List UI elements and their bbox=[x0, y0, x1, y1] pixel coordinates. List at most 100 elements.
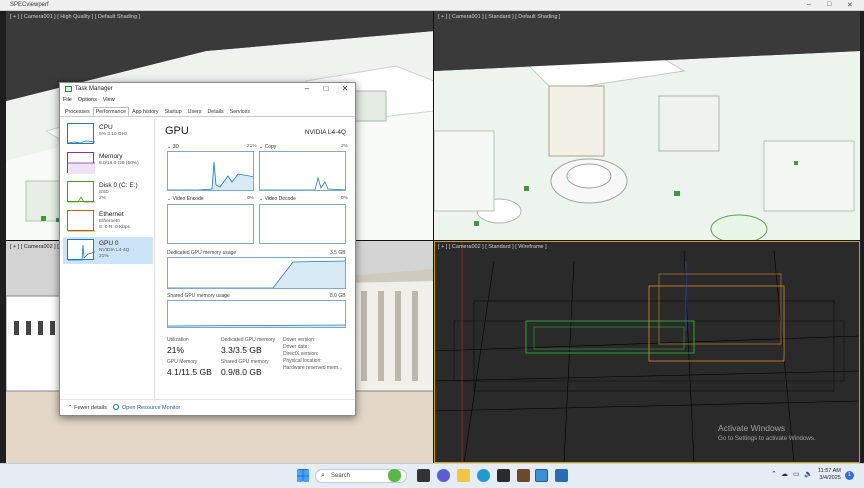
taskbar-search-label: Search bbox=[331, 473, 351, 479]
chevron-up-icon[interactable]: ⌃ bbox=[771, 470, 777, 478]
menu-file[interactable]: File bbox=[63, 97, 72, 103]
network-icon[interactable]: ☁ bbox=[781, 470, 788, 478]
sidebar-item-detail-2: 2% bbox=[99, 196, 106, 201]
close-icon[interactable]: ✕ bbox=[847, 1, 853, 9]
scene-standard-render bbox=[434, 11, 860, 241]
taskbar: ⌕ Search ⌃ ☁ ▭ 🔈 11:57 AM 3/4/2025 1 bbox=[0, 463, 864, 488]
cpu-thumbnail-graph bbox=[67, 123, 96, 144]
memory-thumbnail-graph bbox=[67, 152, 95, 174]
sidebar-item-label: Memory bbox=[99, 153, 123, 160]
task-manager-titlebar[interactable]: Task Manager – □ ✕ bbox=[60, 83, 355, 96]
sidebar-item-ethernet[interactable]: Ethernet Ethernet0 S: 0 R: 0 Kbps bbox=[63, 208, 153, 235]
minimize-icon[interactable]: – bbox=[807, 1, 811, 8]
viewport-label[interactable]: [ + ] [ Camera001 ] [ High Quality ] [ D… bbox=[10, 14, 140, 20]
sidebar-item-detail: SSD bbox=[99, 190, 109, 195]
menu-view[interactable]: View bbox=[103, 97, 115, 103]
chat-icon[interactable] bbox=[437, 469, 450, 482]
shared-memory-graph bbox=[167, 300, 346, 328]
tab-processes[interactable]: Processes bbox=[62, 107, 93, 116]
display-icon[interactable]: ▭ bbox=[793, 470, 800, 478]
driver-version-label: Driver version: bbox=[283, 337, 316, 343]
sidebar-item-detail: 5% 3.10 GHz bbox=[99, 132, 128, 137]
gpu-model: NVIDIA L4-4Q bbox=[304, 129, 346, 136]
physical-location-label: Physical location: bbox=[283, 358, 322, 364]
dedicated-gpu-memory-label: Dedicated GPU memory bbox=[221, 337, 276, 343]
engine-video-decode-label[interactable]: ⌄ Video Decode bbox=[259, 196, 296, 202]
driver-date-label: Driver date: bbox=[283, 344, 309, 350]
sidebar-item-memory[interactable]: Memory 8.0/16.0 GB (50%) bbox=[63, 150, 153, 177]
shared-gpu-memory-label: Shared GPU memory bbox=[221, 359, 269, 365]
menu-options[interactable]: Options bbox=[78, 97, 97, 103]
sidebar-item-cpu[interactable]: CPU 5% 3.10 GHz bbox=[63, 121, 153, 148]
engine-3d-percent: 21% bbox=[247, 144, 257, 149]
maximize-icon[interactable]: □ bbox=[827, 1, 831, 8]
store-icon[interactable] bbox=[497, 469, 510, 482]
engine-video-encode-percent: 0% bbox=[247, 196, 254, 201]
sidebar-item-label: Disk 0 (C: E:) bbox=[99, 182, 138, 189]
ethernet-thumbnail-graph bbox=[67, 210, 95, 232]
search-icon: ⌕ bbox=[321, 472, 325, 479]
volume-icon[interactable]: 🔈 bbox=[804, 470, 813, 478]
tab-details[interactable]: Details bbox=[204, 107, 226, 116]
sidebar-item-detail-2: 21% bbox=[99, 254, 109, 259]
maximize-icon[interactable]: □ bbox=[317, 84, 335, 93]
taskbar-time: 11:57 AM bbox=[818, 468, 841, 474]
viewport-label[interactable]: [ + ] [ Camera002 ] [ Ur bbox=[10, 244, 66, 250]
engine-copy-label[interactable]: ⌄ Copy bbox=[259, 144, 276, 150]
desktop: SPECviewperf – □ ✕ [ + ] [ Camera001 ] [… bbox=[0, 0, 864, 488]
taskbar-clock[interactable]: 11:57 AM 3/4/2025 bbox=[818, 468, 841, 482]
fewer-details-link[interactable]: ⌃ Fewer details bbox=[68, 405, 107, 411]
tab-app-history[interactable]: App history bbox=[129, 107, 162, 116]
dedicated-memory-max: 3.5 GB bbox=[330, 250, 346, 256]
app-icon[interactable] bbox=[517, 469, 530, 482]
directx-version-label: DirectX version: bbox=[283, 351, 319, 357]
menu-bar: File Options View bbox=[63, 97, 115, 103]
engine-video-decode-percent: 0% bbox=[341, 196, 348, 201]
sidebar-item-disk[interactable]: Disk 0 (C: E:) SSD 2% bbox=[63, 179, 153, 206]
engine-3d-label[interactable]: ⌄ 3D bbox=[167, 144, 179, 150]
minimize-icon[interactable]: – bbox=[298, 84, 316, 93]
notification-badge[interactable]: 1 bbox=[845, 471, 854, 480]
file-explorer-icon[interactable] bbox=[457, 469, 470, 482]
tab-bar: Processes Performance App history Startu… bbox=[60, 107, 355, 117]
utilization-label: Utilization bbox=[167, 337, 189, 343]
tab-startup[interactable]: Startup bbox=[162, 107, 185, 116]
sidebar-item-detail: NVIDIA L4-4Q bbox=[99, 248, 130, 253]
tab-services[interactable]: Services bbox=[227, 107, 253, 116]
viewport-camera001-standard[interactable]: [ + ] [ Camera001 ] [ Standard ] [ Defau… bbox=[434, 11, 860, 241]
engine-video-decode-graph bbox=[259, 204, 346, 244]
viewport-label[interactable]: [ + ] [ Camera001 ] [ Standard ] [ Defau… bbox=[438, 14, 560, 20]
task-manager-window[interactable]: Task Manager – □ ✕ File Options View Pro… bbox=[59, 82, 356, 416]
app-title: SPECviewperf bbox=[10, 2, 49, 8]
start-menu-icon[interactable] bbox=[297, 469, 309, 482]
engine-video-encode-graph bbox=[167, 204, 254, 244]
close-icon[interactable]: ✕ bbox=[336, 84, 354, 93]
widgets-icon[interactable] bbox=[388, 469, 401, 482]
viewport-divider-vertical[interactable] bbox=[433, 11, 434, 463]
engine-copy-percent: 2% bbox=[341, 144, 348, 149]
dedicated-gpu-memory-value: 3.3/3.5 GB bbox=[221, 345, 262, 355]
disk-thumbnail-graph bbox=[67, 181, 95, 203]
task-manager-title: Task Manager bbox=[75, 86, 113, 92]
resource-monitor-icon bbox=[113, 404, 119, 410]
task-view-icon[interactable] bbox=[417, 469, 430, 482]
engine-video-encode-label[interactable]: ⌄ Video Encode bbox=[167, 196, 204, 202]
task-manager-taskbar-icon[interactable] bbox=[535, 469, 548, 482]
utilization-value: 21% bbox=[167, 345, 185, 355]
dedicated-memory-label: Dedicated GPU memory usage bbox=[167, 250, 237, 256]
gpu-thumbnail-graph bbox=[67, 239, 96, 261]
tab-performance[interactable]: Performance bbox=[92, 107, 130, 116]
sidebar-item-detail-2: S: 0 R: 0 Kbps bbox=[99, 225, 130, 230]
specviewperf-taskbar-icon[interactable] bbox=[555, 469, 568, 482]
sidebar-item-detail: 8.0/16.0 GB (50%) bbox=[99, 161, 139, 166]
sidebar-item-gpu[interactable]: GPU 0 NVIDIA L4-4Q 21% bbox=[63, 237, 153, 264]
shared-memory-max: 8.0 GB bbox=[330, 293, 346, 299]
tab-users[interactable]: Users bbox=[185, 107, 205, 116]
gpu-panel: GPU NVIDIA L4-4Q ⌄ 3D 21% ⌄ Copy 2% ⌄ Vi… bbox=[162, 119, 354, 401]
open-resource-monitor-link[interactable]: Open Resource Monitor bbox=[122, 405, 180, 411]
dedicated-memory-graph bbox=[167, 257, 346, 289]
taskbar-date: 3/4/2025 bbox=[819, 475, 841, 481]
viewport-label[interactable]: [ + ] [ Camera002 ] [ Standard ] [ Wiref… bbox=[438, 244, 547, 250]
watermark-title: Activate Windows bbox=[718, 423, 786, 433]
edge-browser-icon[interactable] bbox=[477, 469, 490, 482]
